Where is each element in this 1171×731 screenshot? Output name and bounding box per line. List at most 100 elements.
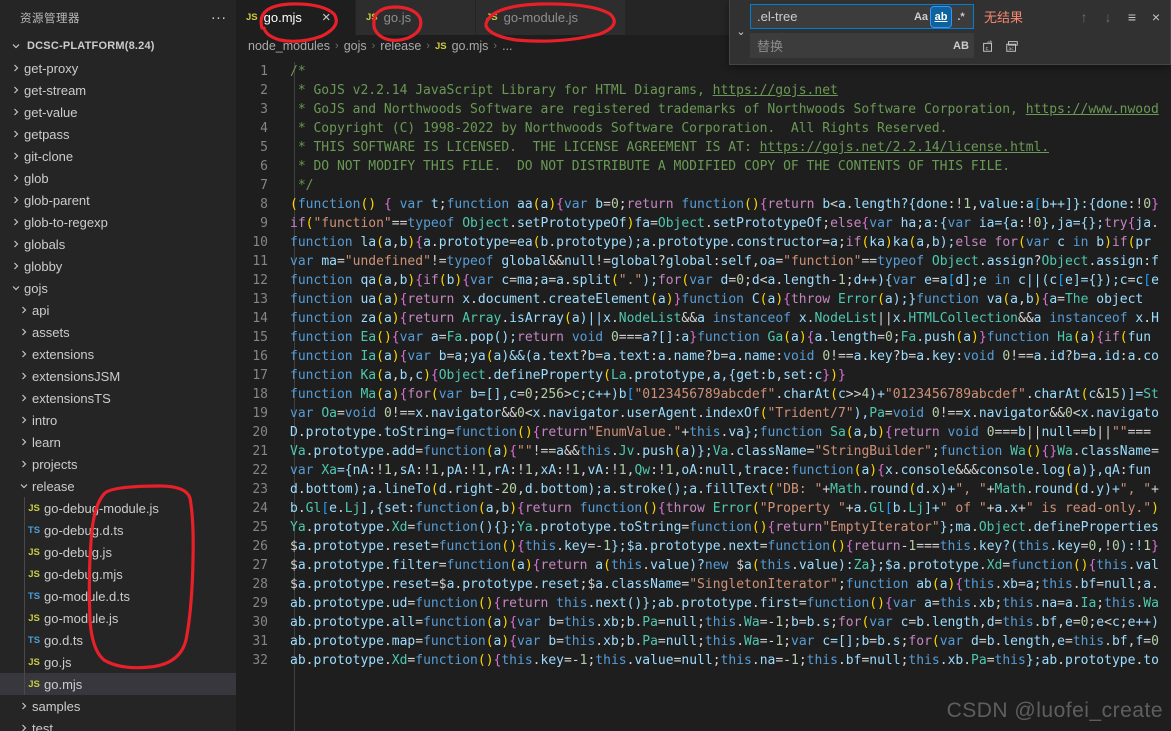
code-line[interactable]: 7 */ xyxy=(236,176,1171,195)
tree-folder-row[interactable]: get-proxy xyxy=(0,57,236,79)
tree-folder-row[interactable]: getpass xyxy=(0,123,236,145)
tree-folder-row[interactable]: release xyxy=(0,475,236,497)
replace-icon[interactable]: c ab xyxy=(978,36,998,56)
line-content[interactable]: if("function"==typeof Object.setPrototyp… xyxy=(290,214,1159,233)
code-line[interactable]: 23 d.bottom);a.lineTo(d.right-20,d.bottom… xyxy=(236,480,1171,499)
code-line[interactable]: 29 ab.prototype.ud=function(){return this… xyxy=(236,594,1171,613)
tree-folder-row[interactable]: glob xyxy=(0,167,236,189)
code-line[interactable]: 10 function la(a,b){a.prototype=ea(b.prot… xyxy=(236,233,1171,252)
line-content[interactable]: var Oa=void 0!==x.navigator&&0<x.navigat… xyxy=(290,404,1159,423)
tree-folder-row[interactable]: gojs xyxy=(0,277,236,299)
tree-file-row[interactable]: JS go-module.js xyxy=(0,607,236,629)
preserve-case-icon[interactable]: AB xyxy=(951,36,971,56)
line-content[interactable]: function Ia(a){var b=a;ya(a)&&(a.text?b=… xyxy=(290,347,1159,366)
code-line[interactable]: 14 function za(a){return Array.isArray(a)… xyxy=(236,309,1171,328)
line-content[interactable]: function Ka(a,b,c){Object.defineProperty… xyxy=(290,366,846,385)
line-content[interactable]: $a.prototype.filter=function(a){return a… xyxy=(290,556,1159,575)
tree-folder-row[interactable]: git-clone xyxy=(0,145,236,167)
breadcrumb-item[interactable]: release xyxy=(380,39,421,53)
tree-file-row[interactable]: TS go.d.ts xyxy=(0,629,236,651)
line-content[interactable]: var Xa={nA:!1,sA:!1,pA:!1,rA:!1,xA:!1,vA… xyxy=(290,461,1151,480)
tree-folder-row[interactable]: globby xyxy=(0,255,236,277)
match-case-icon[interactable]: Aa xyxy=(911,7,931,27)
line-content[interactable]: * GoJS and Northwoods Software are regis… xyxy=(290,100,1159,119)
line-content[interactable]: var ma="undefined"!=typeof global&&null!… xyxy=(290,252,1159,271)
code-line[interactable]: 22 var Xa={nA:!1,sA:!1,pA:!1,rA:!1,xA:!1,… xyxy=(236,461,1171,480)
code-line[interactable]: 9 if("function"==typeof Object.setPrototy… xyxy=(236,214,1171,233)
replace-input[interactable]: 替换 AB xyxy=(750,33,974,58)
tree-folder-row[interactable]: api xyxy=(0,299,236,321)
next-match-icon[interactable]: ↓ xyxy=(1098,7,1118,27)
editor-tab[interactable]: JS go.mjs × xyxy=(236,0,356,35)
tree-folder-row[interactable]: learn xyxy=(0,431,236,453)
tree-folder-row[interactable]: globals xyxy=(0,233,236,255)
file-tree[interactable]: get-proxy get-stream get-value getpass git-c… xyxy=(0,57,236,731)
code-line[interactable]: 18 function Ma(a){for(var b=[],c=0;256>c;… xyxy=(236,385,1171,404)
tree-file-row[interactable]: JS go-debug.mjs xyxy=(0,563,236,585)
code-line[interactable]: 5 * THIS SOFTWARE IS LICENSED. THE LICEN… xyxy=(236,138,1171,157)
line-content[interactable]: * GoJS v2.2.14 JavaScript Library for HT… xyxy=(290,81,838,100)
close-tab-icon[interactable]: × xyxy=(322,10,331,25)
tree-file-row[interactable]: JS go.mjs xyxy=(0,673,236,695)
tree-folder-row[interactable]: glob-to-regexp xyxy=(0,211,236,233)
line-content[interactable]: * THIS SOFTWARE IS LICENSED. THE LICENSE… xyxy=(290,138,1049,157)
line-content[interactable]: function la(a,b){a.prototype=ea(b.protot… xyxy=(290,233,1151,252)
tree-folder-row[interactable]: assets xyxy=(0,321,236,343)
tree-folder-row[interactable]: test xyxy=(0,717,236,731)
code-line[interactable]: 2 * GoJS v2.2.14 JavaScript Library for … xyxy=(236,81,1171,100)
tree-folder-row[interactable]: projects xyxy=(0,453,236,475)
line-content[interactable]: function Ma(a){for(var b=[],c=0;256>c;c+… xyxy=(290,385,1159,404)
code-editor[interactable]: 1/* 2 * GoJS v2.2.14 JavaScript Library f… xyxy=(236,57,1171,731)
line-content[interactable]: function ua(a){return x.document.createE… xyxy=(290,290,1143,309)
line-content[interactable]: /* xyxy=(290,62,306,81)
breadcrumb-file[interactable]: go.mjs xyxy=(452,39,489,53)
tree-folder-row[interactable]: glob-parent xyxy=(0,189,236,211)
workspace-root-row[interactable]: DCSC-PLATFORM(8.24) xyxy=(0,35,236,57)
code-line[interactable]: 6 * DO NOT MODIFY THIS FILE. DO NOT DIST… xyxy=(236,157,1171,176)
line-content[interactable]: ab.prototype.map=function(a){var b=this.… xyxy=(290,632,1159,651)
code-line[interactable]: 24 b.Gl[e.Lj],{set:function(a,b){return f… xyxy=(236,499,1171,518)
line-content[interactable]: ab.prototype.Xd=function(){this.key=-1;t… xyxy=(290,651,1159,670)
tree-folder-row[interactable]: intro xyxy=(0,409,236,431)
previous-match-icon[interactable]: ↑ xyxy=(1074,7,1094,27)
code-line[interactable]: 17 function Ka(a,b,c){Object.defineProper… xyxy=(236,366,1171,385)
code-line[interactable]: 26 $a.prototype.reset=function(){this.key… xyxy=(236,537,1171,556)
code-line[interactable]: 31 ab.prototype.map=function(a){var b=thi… xyxy=(236,632,1171,651)
tree-folder-row[interactable]: extensionsJSM xyxy=(0,365,236,387)
line-content[interactable]: Ya.prototype.Xd=function(){};Ya.prototyp… xyxy=(290,518,1159,537)
more-actions-icon[interactable]: ... xyxy=(208,7,230,29)
line-content[interactable]: b.Gl[e.Lj],{set:function(a,b){return fun… xyxy=(290,499,1159,518)
code-line[interactable]: 13 function ua(a){return x.document.creat… xyxy=(236,290,1171,309)
use-regex-icon[interactable]: .* xyxy=(951,7,971,27)
line-content[interactable]: d.bottom);a.lineTo(d.right-20,d.bottom);… xyxy=(290,480,1159,499)
code-line[interactable]: 12 function qa(a,b){if(b){var c=ma;a=a.sp… xyxy=(236,271,1171,290)
tree-folder-row[interactable]: extensions xyxy=(0,343,236,365)
find-input[interactable]: .el-tree Aa ab .* xyxy=(750,4,974,29)
code-line[interactable]: 11 var ma="undefined"!=typeof global&&nul… xyxy=(236,252,1171,271)
line-content[interactable]: * Copyright (C) 1998-2022 by Northwoods … xyxy=(290,119,948,138)
code-line[interactable]: 8 (function() { var t;function aa(a){var … xyxy=(236,195,1171,214)
code-line[interactable]: 19 var Oa=void 0!==x.navigator&&0<x.navig… xyxy=(236,404,1171,423)
tree-folder-row[interactable]: get-value xyxy=(0,101,236,123)
tree-folder-row[interactable]: get-stream xyxy=(0,79,236,101)
close-find-icon[interactable]: × xyxy=(1146,7,1166,27)
tree-file-row[interactable]: JS go-debug.js xyxy=(0,541,236,563)
line-content[interactable]: Va.prototype.add=function(a){""!==a&&thi… xyxy=(290,442,1159,461)
line-content[interactable]: ab.prototype.ud=function(){return this.n… xyxy=(290,594,1159,613)
tree-file-row[interactable]: JS go-debug-module.js xyxy=(0,497,236,519)
toggle-replace-icon[interactable]: ⌄ xyxy=(732,4,750,58)
code-line[interactable]: 28 $a.prototype.reset=$a.prototype.reset;… xyxy=(236,575,1171,594)
line-content[interactable]: */ xyxy=(290,176,314,195)
line-content[interactable]: function qa(a,b){if(b){var c=ma;a=a.spli… xyxy=(290,271,1159,290)
code-line[interactable]: 30 ab.prototype.all=function(a){var b=thi… xyxy=(236,613,1171,632)
tree-file-row[interactable]: TS go-debug.d.ts xyxy=(0,519,236,541)
code-line[interactable]: 16 function Ia(a){var b=a;ya(a)&&(a.text?… xyxy=(236,347,1171,366)
tree-file-row[interactable]: TS go-module.d.ts xyxy=(0,585,236,607)
tree-file-row[interactable]: JS go.js xyxy=(0,651,236,673)
line-content[interactable]: function za(a){return Array.isArray(a)||… xyxy=(290,309,1159,328)
editor-tab[interactable]: JS go.js xyxy=(356,0,476,35)
code-content[interactable]: 1/* 2 * GoJS v2.2.14 JavaScript Library f… xyxy=(236,57,1171,731)
line-content[interactable]: D.prototype.toString=function(){return"E… xyxy=(290,423,1151,442)
code-line[interactable]: 32 ab.prototype.Xd=function(){this.key=-1… xyxy=(236,651,1171,670)
tree-folder-row[interactable]: extensionsTS xyxy=(0,387,236,409)
